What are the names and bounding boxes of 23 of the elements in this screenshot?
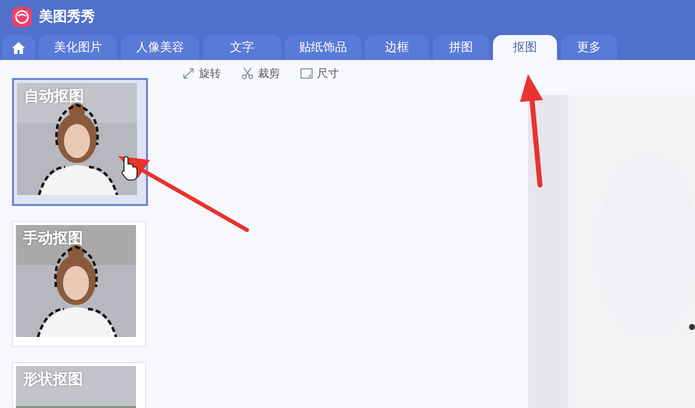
home-icon: [12, 42, 25, 54]
tab[interactable]: 拼图: [433, 35, 489, 60]
hand-cursor-icon: [122, 156, 138, 180]
tab[interactable]: 文字: [203, 35, 281, 60]
mode-label: 手动抠图: [23, 229, 83, 248]
mode-card[interactable]: 手动抠图: [12, 221, 146, 347]
frame-icon: [300, 67, 313, 80]
scissors-icon: [241, 67, 254, 80]
mode-label: 自动抠图: [24, 87, 84, 106]
toolbar-button[interactable]: 裁剪: [241, 65, 280, 82]
home-tab[interactable]: [2, 35, 35, 60]
tab[interactable]: 贴纸饰品: [285, 35, 361, 60]
mode-label: 形状抠图: [23, 370, 83, 389]
toolbar-button[interactable]: 尺寸: [300, 65, 339, 82]
toolbar-button[interactable]: 旋转: [182, 65, 221, 82]
app-title: 美图秀秀: [39, 8, 95, 26]
tab[interactable]: 更多: [561, 35, 617, 60]
tab[interactable]: 人像美容: [121, 35, 199, 60]
tab[interactable]: 抠图: [493, 35, 557, 60]
tab[interactable]: 美化图片: [39, 35, 117, 60]
app-logo-icon: [12, 7, 32, 27]
tab[interactable]: 边框: [365, 35, 429, 60]
resize-arrow-icon: [182, 67, 195, 80]
